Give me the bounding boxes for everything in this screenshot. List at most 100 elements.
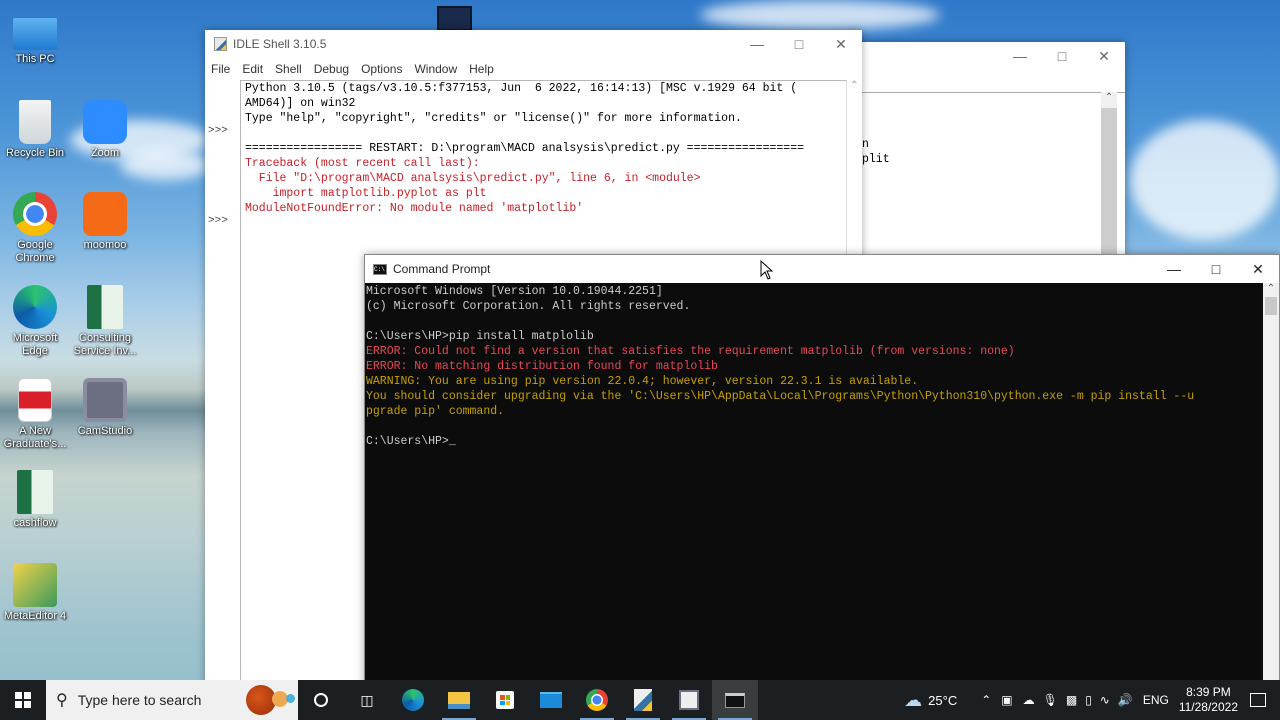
- wallpaper-cloud: [700, 0, 940, 30]
- desktop-icon[interactable]: Recycle Bin: [0, 100, 70, 160]
- pdf-file-icon: [18, 378, 52, 422]
- weather-temp[interactable]: 25°C: [928, 693, 957, 708]
- menu-help[interactable]: Help: [463, 62, 500, 76]
- python-idle-icon: [634, 689, 652, 711]
- command-prompt-icon: [725, 692, 745, 708]
- taskbar-chrome[interactable]: [574, 680, 620, 720]
- console-line: ERROR: No matching distribution found fo…: [366, 360, 718, 373]
- notification-center-icon[interactable]: [1250, 693, 1266, 707]
- menu-options[interactable]: Options: [355, 62, 408, 76]
- desktop-icon[interactable]: Microsoft Edge: [0, 285, 70, 358]
- shell-line: File "D:\program\MACD analsysis\predict.…: [245, 172, 701, 185]
- maximize-button[interactable]: □: [1195, 255, 1237, 283]
- taskbar-file-explorer[interactable]: [436, 680, 482, 720]
- windows-logo-icon: [15, 692, 31, 708]
- volume-icon[interactable]: 🔊: [1118, 693, 1133, 707]
- shell-line: ================= RESTART: D:\program\MA…: [245, 142, 804, 155]
- vertical-scrollbar[interactable]: ⌃: [1101, 92, 1117, 257]
- scrollbar-thumb[interactable]: [1265, 297, 1277, 315]
- maximize-button[interactable]: □: [778, 30, 820, 58]
- meet-now-icon[interactable]: ▩: [1066, 693, 1077, 707]
- vertical-scrollbar[interactable]: ⌃: [1263, 283, 1279, 684]
- menu-edit[interactable]: Edit: [236, 62, 269, 76]
- background-window-text: n plit: [862, 137, 890, 167]
- console-line: pgrade pip' command.: [366, 405, 505, 418]
- desktop-icon[interactable]: CamStudio: [70, 378, 140, 438]
- camera-icon[interactable]: ▣: [1001, 693, 1012, 707]
- console-line: ERROR: Could not find a version that sat…: [366, 345, 1015, 358]
- moomoo-icon: [83, 192, 127, 236]
- console-line: You should consider upgrading via the 'C…: [366, 390, 1195, 403]
- desktop-icon[interactable]: MetaEditor 4: [0, 563, 70, 623]
- taskbar-edge[interactable]: [390, 680, 436, 720]
- desktop-icon-label: CamStudio: [77, 425, 133, 437]
- minimize-button[interactable]: —: [999, 42, 1041, 70]
- menu-window[interactable]: Window: [408, 62, 463, 76]
- idle-title: IDLE Shell 3.10.5: [233, 37, 327, 51]
- chrome-icon: [13, 192, 57, 236]
- close-button[interactable]: ✕: [1083, 42, 1125, 70]
- desktop-icon[interactable]: moomoo: [70, 192, 140, 252]
- mail-icon: [540, 692, 562, 708]
- shell-line: ModuleNotFoundError: No module named 'ma…: [245, 202, 584, 215]
- task-view-icon: ◫: [360, 691, 374, 708]
- cmd-console-output[interactable]: Microsoft Windows [Version 10.0.19044.22…: [365, 283, 1263, 684]
- minimize-button[interactable]: —: [736, 30, 778, 58]
- shell-line: import matplotlib.pyplot as plt: [245, 187, 487, 200]
- menu-file[interactable]: File: [205, 62, 236, 76]
- desktop-icon[interactable]: Consulting Service Inv...: [70, 285, 140, 358]
- taskbar-microsoft-store[interactable]: [482, 680, 528, 720]
- minimize-button[interactable]: —: [1153, 255, 1195, 283]
- shell-line: Traceback (most recent call last):: [245, 157, 480, 170]
- scroll-up-arrow-icon[interactable]: ⌃: [1101, 92, 1117, 108]
- scroll-up-arrow-icon[interactable]: ⌃: [1263, 283, 1279, 297]
- show-hidden-icons-chevron-icon[interactable]: ⌃: [981, 693, 991, 707]
- taskbar: ⚲ Type here to search ◫ ☁ 25°C ⌃ ▣ ☁ 🎙 ▩…: [0, 680, 1280, 720]
- console-line: Microsoft Windows [Version 10.0.19044.22…: [366, 285, 663, 298]
- start-button[interactable]: [0, 680, 46, 720]
- search-icon: ⚲: [56, 692, 68, 709]
- microphone-icon[interactable]: 🎙: [1043, 693, 1058, 707]
- text-line: n: [862, 138, 869, 151]
- computer-icon: [13, 18, 57, 50]
- task-view-button[interactable]: ◫: [344, 680, 390, 720]
- scroll-up-arrow-icon[interactable]: ⌃: [847, 80, 862, 96]
- search-highlight-icon: [286, 694, 295, 703]
- maximize-button[interactable]: □: [1041, 42, 1083, 70]
- desktop-icon[interactable]: cashflow: [0, 470, 70, 530]
- command-prompt-window[interactable]: C:\ Command Prompt — □ ✕ Microsoft Windo…: [364, 254, 1280, 685]
- desktop-icon[interactable]: Google Chrome: [0, 192, 70, 265]
- text-line: plit: [862, 153, 890, 166]
- wifi-icon[interactable]: ∿: [1100, 693, 1110, 707]
- taskbar-command-prompt[interactable]: [712, 680, 758, 720]
- cortana-button[interactable]: [298, 680, 344, 720]
- background-window[interactable]: — □ ✕ n plit ⌃: [850, 42, 1125, 257]
- desktop-icon-label: A New Graduate's...: [3, 425, 67, 450]
- zoom-app-icon: [83, 100, 127, 144]
- taskbar-mail[interactable]: [528, 680, 574, 720]
- taskbar-camstudio[interactable]: [666, 680, 712, 720]
- language-indicator[interactable]: ENG: [1143, 693, 1169, 707]
- weather-icon[interactable]: ☁: [904, 690, 922, 711]
- menu-debug[interactable]: Debug: [308, 62, 355, 76]
- wallpaper-building: [437, 6, 472, 31]
- search-box[interactable]: ⚲ Type here to search: [46, 680, 298, 720]
- onedrive-icon[interactable]: ☁: [1023, 693, 1035, 707]
- menu-shell[interactable]: Shell: [269, 62, 308, 76]
- taskbar-python-idle[interactable]: [620, 680, 666, 720]
- desktop-icon[interactable]: A New Graduate's...: [0, 378, 70, 451]
- clock[interactable]: 8:39 PM 11/28/2022: [1179, 685, 1238, 715]
- text-cursor: _: [448, 435, 456, 448]
- metaeditor-icon: [13, 563, 57, 607]
- desktop-icon[interactable]: This PC: [0, 10, 70, 66]
- console-line: (c) Microsoft Corporation. All rights re…: [366, 300, 691, 313]
- close-button[interactable]: ✕: [1237, 255, 1279, 283]
- battery-icon[interactable]: ▯: [1085, 693, 1092, 707]
- shell-line: Type "help", "copyright", "credits" or "…: [245, 112, 742, 125]
- desktop-icon[interactable]: Zoom: [70, 100, 140, 160]
- clock-time: 8:39 PM: [1186, 685, 1231, 699]
- close-button[interactable]: ✕: [820, 30, 862, 58]
- cmd-titlebar[interactable]: C:\ Command Prompt: [365, 255, 1279, 283]
